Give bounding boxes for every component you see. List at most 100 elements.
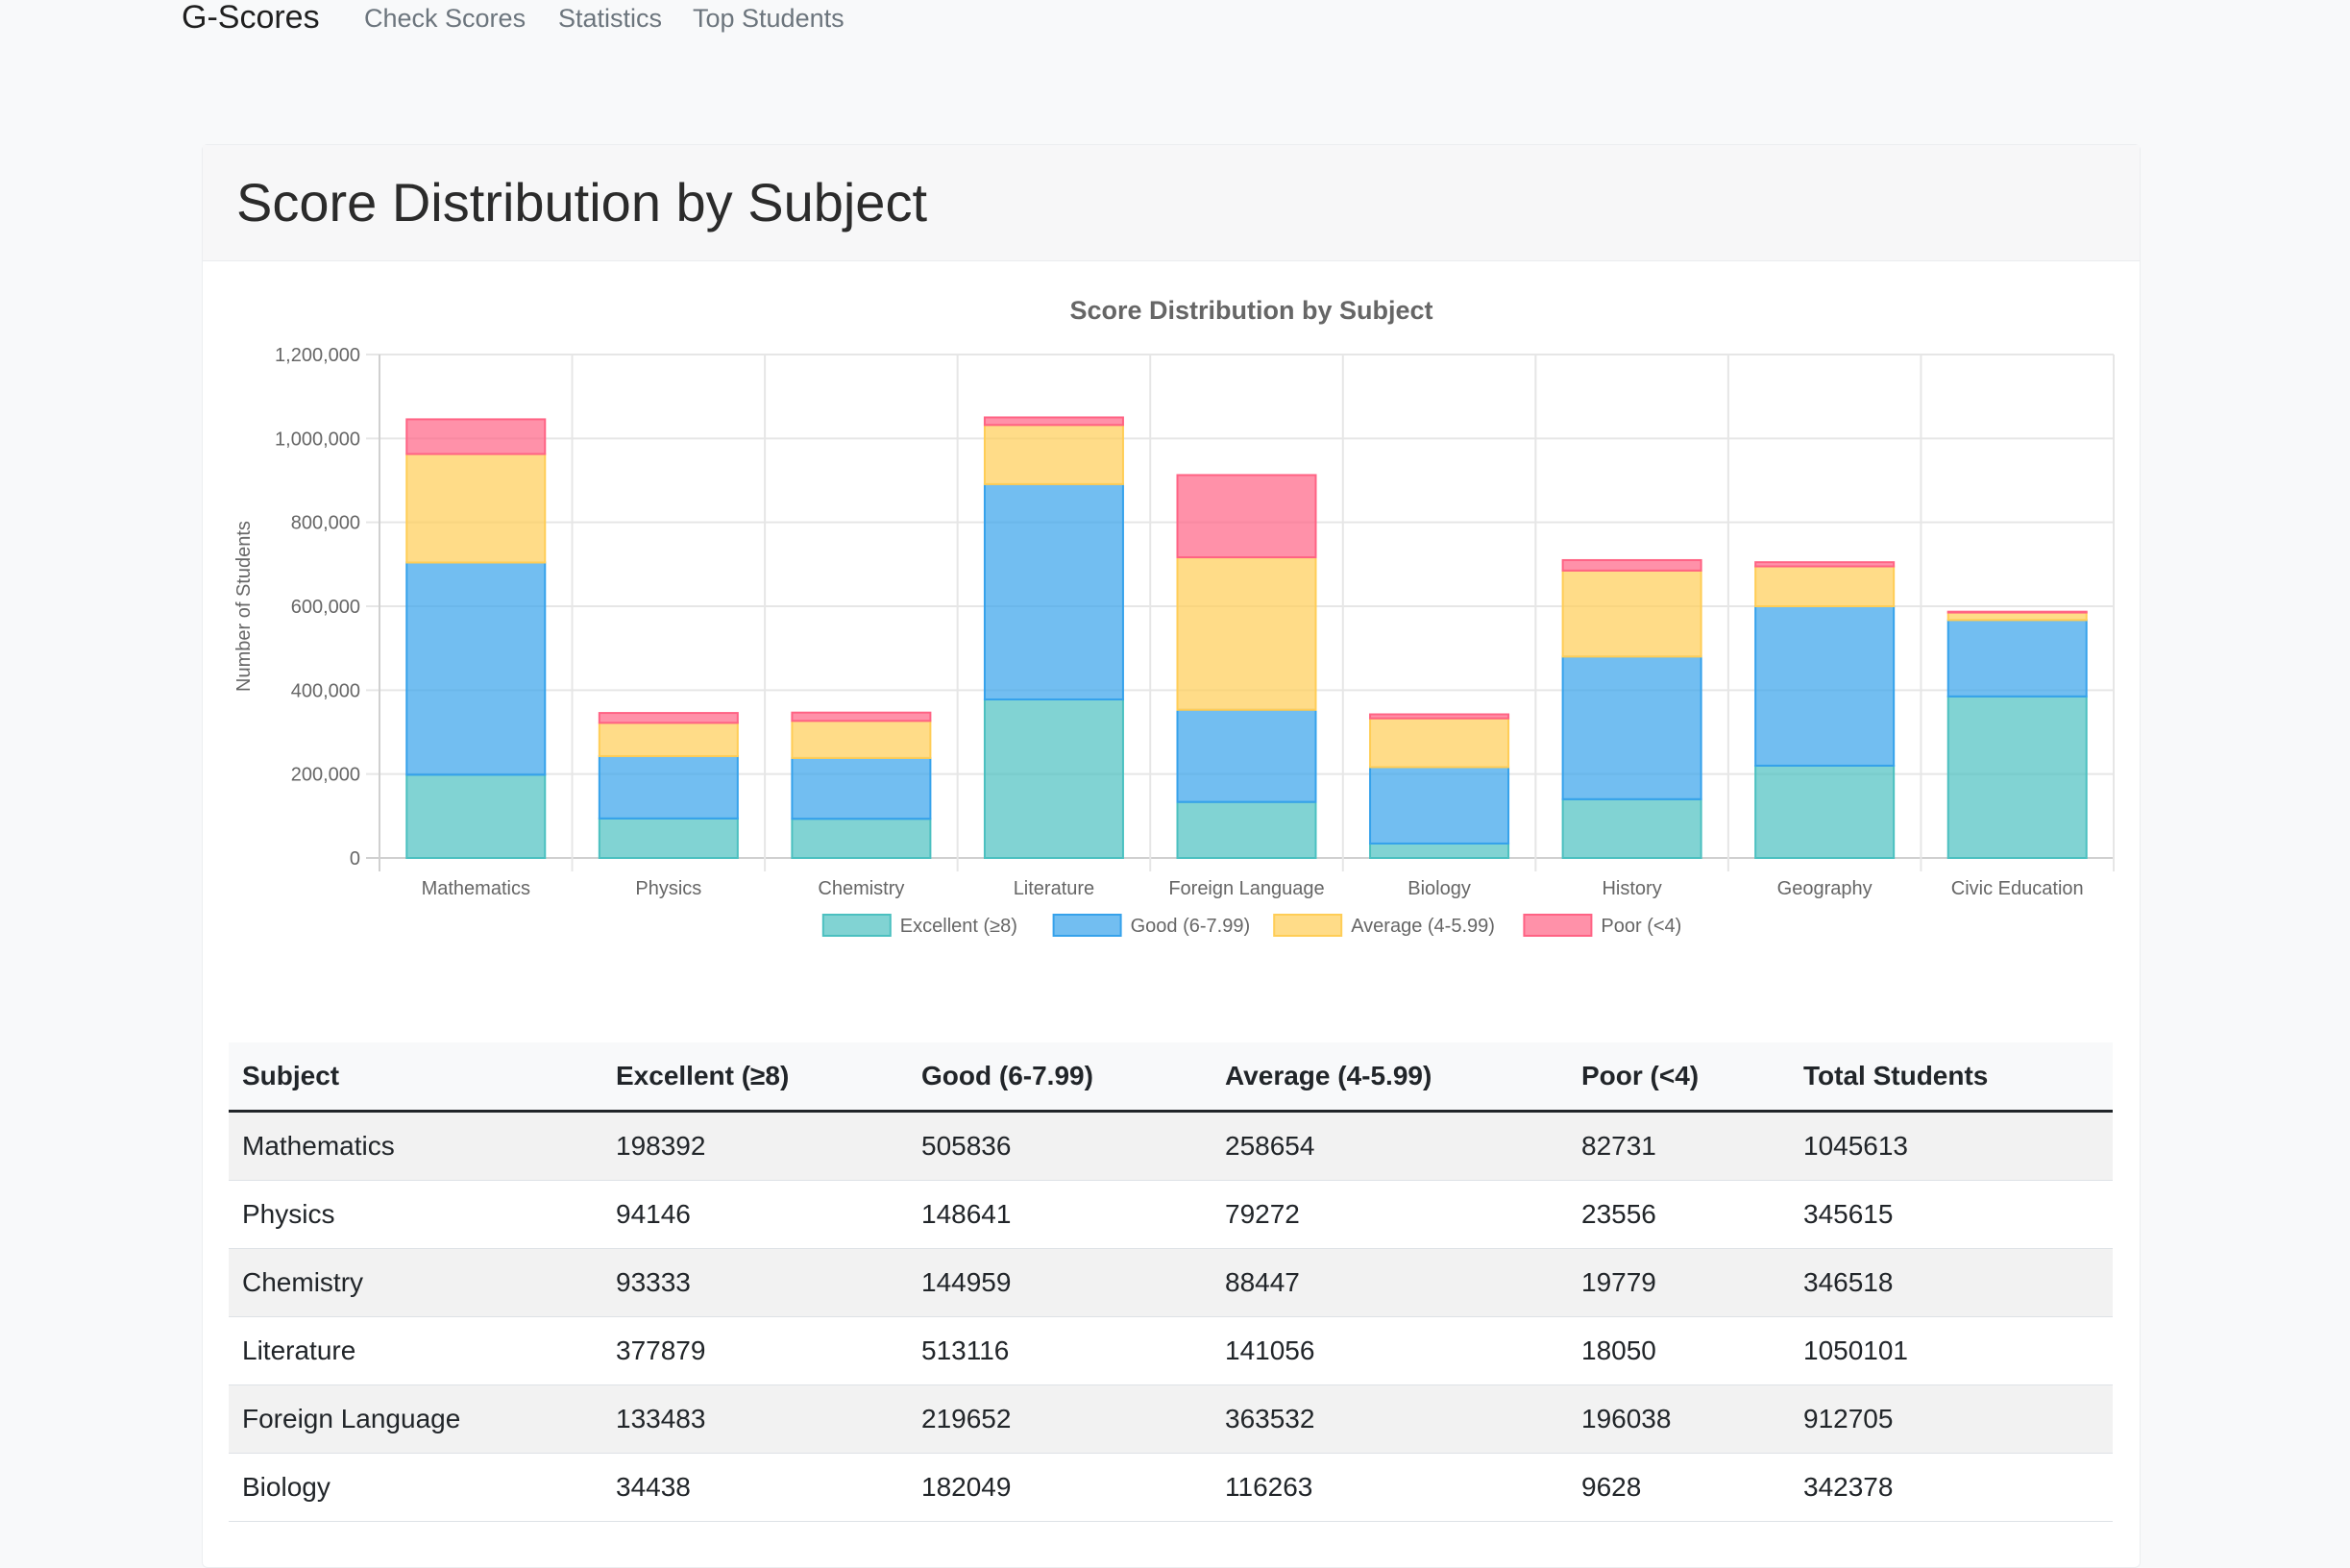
cell-subject: Mathematics — [229, 1111, 602, 1181]
legend-label: Excellent (≥8) — [900, 916, 1017, 937]
x-tick-label: Mathematics — [422, 878, 530, 899]
table-row: Foreign Language 133483 219652 363532 19… — [229, 1384, 2113, 1454]
bar-segment — [791, 756, 932, 821]
bar-segment — [983, 482, 1124, 700]
y-tick-label: 400,000 — [291, 680, 360, 701]
table-row: Mathematics 198392 505836 258654 82731 1… — [229, 1111, 2113, 1181]
cell-subject: Literature — [229, 1316, 602, 1385]
nav-link-statistics[interactable]: Statistics — [558, 0, 662, 37]
table-row: Literature 377879 513116 141056 18050 10… — [229, 1316, 2113, 1385]
bar-segment — [1561, 655, 1702, 800]
bar-segment — [1369, 717, 1510, 769]
cell-total: 1045613 — [1790, 1111, 2113, 1181]
y-tick-label: 1,000,000 — [275, 429, 360, 450]
cell-poor: 196038 — [1568, 1384, 1790, 1454]
cell-poor: 19779 — [1568, 1248, 1790, 1317]
chart-title: Score Distribution by Subject — [1069, 296, 1432, 325]
x-tick-label: Physics — [635, 878, 701, 899]
cell-subject: Chemistry — [229, 1248, 602, 1317]
bar-segment — [405, 418, 547, 455]
x-tick-label: Civic Education — [1951, 878, 2084, 899]
x-tick-label: History — [1602, 878, 1661, 899]
x-tick-label: Geography — [1777, 878, 1873, 899]
y-axis-title: Number of Students — [233, 521, 255, 692]
cell-average: 79272 — [1212, 1180, 1568, 1249]
cell-average: 88447 — [1212, 1248, 1568, 1317]
x-tick-label: Biology — [1408, 878, 1471, 899]
cell-good: 505836 — [908, 1111, 1212, 1181]
bar-segment — [1561, 797, 1702, 859]
stacked-bar-chart: Score Distribution by Subject 0 200,000 400… — [233, 296, 2115, 937]
bar-segment — [1946, 610, 2088, 614]
bar-segment — [1754, 565, 1896, 607]
bar-segment — [1561, 569, 1702, 658]
legend-swatch — [1523, 914, 1593, 937]
bar-segment — [983, 424, 1124, 485]
nav-link-top-students[interactable]: Top Students — [693, 0, 845, 37]
table-header-row: Subject Excellent (≥8) Good (6-7.99) Ave… — [229, 1042, 2113, 1113]
col-header-subject: Subject — [229, 1042, 602, 1113]
cell-average: 258654 — [1212, 1111, 1568, 1181]
bar-segment — [791, 720, 932, 759]
cell-good: 148641 — [908, 1180, 1212, 1249]
bar-segment — [983, 698, 1124, 859]
nav-link-check-scores[interactable]: Check Scores — [364, 0, 526, 37]
bar-segment — [598, 712, 739, 724]
legend-label: Average (4-5.99) — [1351, 916, 1495, 937]
bar-segment — [791, 818, 932, 859]
bar-segment — [405, 773, 547, 860]
bar-segment — [983, 416, 1124, 427]
y-tick-label: 200,000 — [291, 765, 360, 786]
legend-label: Good (6-7.99) — [1131, 916, 1251, 937]
bar-segment — [1754, 764, 1896, 859]
brand-link[interactable]: G-Scores — [182, 0, 320, 37]
col-header-good: Good (6-7.99) — [908, 1042, 1212, 1113]
bar-segment — [1369, 766, 1510, 845]
distribution-table-container: Subject Excellent (≥8) Good (6-7.99) Ave… — [229, 1042, 2113, 1522]
bar-segment — [1176, 800, 1317, 859]
x-tick-label: Literature — [1014, 878, 1095, 899]
cell-total: 912705 — [1790, 1384, 2113, 1454]
cell-good: 513116 — [908, 1316, 1212, 1385]
cell-good: 144959 — [908, 1248, 1212, 1317]
cell-excellent: 94146 — [602, 1180, 908, 1249]
cell-subject: Physics — [229, 1180, 602, 1249]
y-tick-label: 800,000 — [291, 513, 360, 534]
bar-segment — [1754, 561, 1896, 568]
table-row: Chemistry 93333 144959 88447 19779 34651… — [229, 1248, 2113, 1317]
cell-average: 141056 — [1212, 1316, 1568, 1385]
bar-segment — [405, 561, 547, 776]
col-header-excellent: Excellent (≥8) — [602, 1042, 908, 1113]
bar-segment — [1369, 842, 1510, 860]
bar-segment — [1946, 619, 2088, 698]
y-tick-label: 1,200,000 — [275, 345, 360, 366]
page-title: Score Distribution by Subject — [236, 172, 928, 233]
bar-segment — [598, 722, 739, 757]
x-tick-label: Foreign Language — [1168, 878, 1324, 899]
bar-segment — [598, 754, 739, 820]
distribution-table: Subject Excellent (≥8) Good (6-7.99) Ave… — [229, 1042, 2113, 1522]
bar-segment — [1176, 474, 1317, 559]
table-row: Physics 94146 148641 79272 23556 345615 — [229, 1180, 2113, 1249]
navbar: G-Scores Check Scores Statistics Top Stu… — [0, 0, 2350, 38]
cell-total: 346518 — [1790, 1248, 2113, 1317]
cell-excellent: 93333 — [602, 1248, 908, 1317]
cell-good: 219652 — [908, 1384, 1212, 1454]
cell-excellent: 377879 — [602, 1316, 908, 1385]
col-header-poor: Poor (<4) — [1568, 1042, 1790, 1113]
col-header-average: Average (4-5.99) — [1212, 1042, 1568, 1113]
cell-total: 1050101 — [1790, 1316, 2113, 1385]
cell-average: 363532 — [1212, 1384, 1568, 1454]
cell-excellent: 133483 — [602, 1384, 908, 1454]
bar-segment — [405, 453, 547, 564]
y-tick-label: 600,000 — [291, 597, 360, 618]
bar-segment — [1946, 611, 2088, 622]
legend-swatch — [1273, 914, 1343, 937]
cell-poor: 23556 — [1568, 1180, 1790, 1249]
x-tick-label: Chemistry — [818, 878, 904, 899]
bar-segment — [1176, 556, 1317, 711]
col-header-total: Total Students — [1790, 1042, 2113, 1113]
card-header: Score Distribution by Subject — [203, 145, 2140, 261]
cell-poor: 82731 — [1568, 1111, 1790, 1181]
bar-segment — [1176, 708, 1317, 803]
